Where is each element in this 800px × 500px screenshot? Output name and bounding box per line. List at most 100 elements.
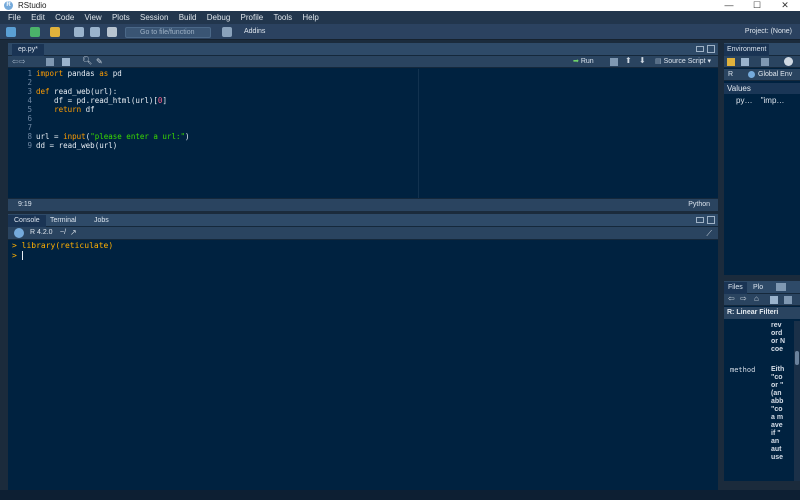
menu-build[interactable]: Build [175, 11, 201, 24]
tab-files[interactable]: Files [724, 282, 747, 294]
run-button[interactable]: ➡ Run [573, 56, 594, 67]
menu-view[interactable]: View [81, 11, 106, 24]
save-all-icon[interactable] [90, 27, 100, 37]
menu-session[interactable]: Session [136, 11, 172, 24]
help-print-icon[interactable] [770, 296, 778, 304]
menu-plots[interactable]: Plots [108, 11, 134, 24]
menu-file[interactable]: File [4, 11, 25, 24]
print-icon[interactable] [107, 27, 117, 37]
run-arrow-icon: ➡ [573, 58, 579, 65]
help-text-line: a m [771, 414, 784, 421]
line-number: 9 [27, 141, 32, 150]
help-text-line: an [771, 438, 780, 445]
help-forward-icon[interactable]: ⇨ [740, 294, 747, 303]
tab-ep-py[interactable]: ep.py* [12, 44, 44, 56]
help-text-line: coe [771, 346, 784, 353]
editor-tab-bar: ep.py* [8, 43, 718, 56]
scrollbar-thumb[interactable] [795, 351, 799, 365]
memory-usage-icon[interactable] [784, 57, 793, 66]
goto-file-input[interactable]: Go to file/function [125, 27, 211, 38]
go-to-directory-icon[interactable]: ↗ [70, 227, 77, 239]
code-token: ] [162, 96, 167, 105]
save-icon[interactable] [74, 27, 84, 37]
scope-select[interactable]: Global Env [758, 69, 792, 80]
new-file-icon[interactable] [6, 27, 16, 37]
help-home-icon[interactable]: ⌂ [754, 294, 759, 303]
workspace-panes-icon[interactable] [222, 27, 232, 37]
menu-edit[interactable]: Edit [27, 11, 49, 24]
language-select[interactable]: R [728, 69, 733, 80]
help-text-line: "co [771, 406, 783, 413]
minimize-button[interactable]: — [715, 0, 743, 11]
console-prompt: > [12, 251, 22, 260]
pane-options-icon[interactable] [776, 283, 786, 291]
help-text-line: ave [771, 422, 783, 429]
cursor-position: 9:19 [18, 201, 32, 208]
menu-tools[interactable]: Tools [269, 11, 296, 24]
variable-name: py… [736, 96, 753, 105]
code-line: import pandas as pd [36, 69, 718, 78]
help-text-line: (an [771, 390, 782, 397]
project-menu[interactable]: Project: (None) [745, 26, 792, 38]
go-down-icon[interactable]: ⬇ [639, 56, 646, 65]
tab-console[interactable]: Console [8, 215, 46, 227]
code-token: df = pd.read_html(url)[ [36, 96, 158, 105]
menu-help[interactable]: Help [298, 11, 322, 24]
close-button[interactable]: ✕ [771, 0, 799, 11]
console-output[interactable]: > library(reticulate) > [12, 241, 113, 261]
console-tab-bar: Console Terminal Jobs [8, 214, 718, 227]
code-token: pd [108, 69, 122, 78]
save-workspace-icon[interactable] [741, 58, 749, 66]
env-globe-icon [748, 71, 755, 78]
text-cursor [21, 251, 23, 260]
maximize-button[interactable]: ☐ [743, 0, 771, 11]
code-line: url = input("please enter a url:") [36, 132, 718, 141]
clear-console-icon[interactable]: ⟋ [706, 229, 712, 239]
working-directory[interactable]: ~/ [60, 227, 66, 239]
line-number-gutter: 123456789 [8, 69, 34, 198]
code-area[interactable]: import pandas as pd def read_web(url): df… [36, 69, 718, 198]
load-workspace-icon[interactable] [727, 58, 735, 66]
open-file-icon[interactable] [50, 27, 60, 37]
tab-jobs[interactable]: Jobs [88, 215, 115, 227]
code-token: ) [185, 132, 190, 141]
help-text-line: or N [771, 338, 785, 345]
tab-plots[interactable]: Plo [750, 282, 766, 294]
minimize-pane-icon[interactable] [696, 46, 704, 52]
environment-pane: Environment R Global Env Values py… "imp… [724, 43, 800, 275]
import-dataset-icon[interactable] [761, 58, 769, 66]
help-scrollbar[interactable] [794, 321, 800, 481]
maximize-console-icon[interactable] [707, 216, 715, 224]
show-in-window-icon[interactable] [46, 58, 54, 66]
title-bar: R RStudio — ☐ ✕ [0, 0, 800, 11]
go-up-icon[interactable]: ⬆ [625, 56, 632, 65]
code-token: def [36, 87, 50, 96]
find-replace-icon[interactable]: 🔍︎ [82, 56, 92, 65]
env-variable-row[interactable]: py… "imp… [736, 96, 784, 106]
tab-terminal[interactable]: Terminal [44, 215, 82, 227]
variable-value: "imp… [760, 96, 785, 105]
addins-menu[interactable]: Addins [244, 26, 265, 38]
language-selector[interactable]: Python [688, 199, 710, 211]
tab-environment[interactable]: Environment [724, 44, 770, 56]
back-forward-icon[interactable]: ⇦⇨ [12, 57, 25, 66]
maximize-pane-icon[interactable] [707, 45, 715, 53]
help-popout-icon[interactable] [784, 296, 792, 304]
help-text-line: Eith [771, 366, 785, 373]
minimize-console-icon[interactable] [696, 217, 704, 223]
help-topic-select[interactable]: R: Linear Filteri [724, 307, 800, 319]
code-tools-icon[interactable]: ✎ [96, 57, 103, 66]
files-help-pane: Files Plo ⇦ ⇨ ⌂ R: Linear Filteri rev or… [724, 281, 800, 481]
help-back-icon[interactable]: ⇦ [728, 294, 735, 303]
save-file-icon[interactable] [62, 58, 70, 66]
r-version: R 4.2.0 [30, 229, 53, 236]
rerun-icon[interactable] [610, 58, 618, 66]
menu-profile[interactable]: Profile [237, 11, 268, 24]
menu-code[interactable]: Code [51, 11, 78, 24]
menu-debug[interactable]: Debug [203, 11, 235, 24]
new-project-icon[interactable] [30, 27, 40, 37]
source-script-button[interactable]: ▤ Source Script ▾ [655, 56, 711, 67]
line-number: 8 [27, 132, 32, 141]
code-token: pandas [63, 69, 100, 78]
